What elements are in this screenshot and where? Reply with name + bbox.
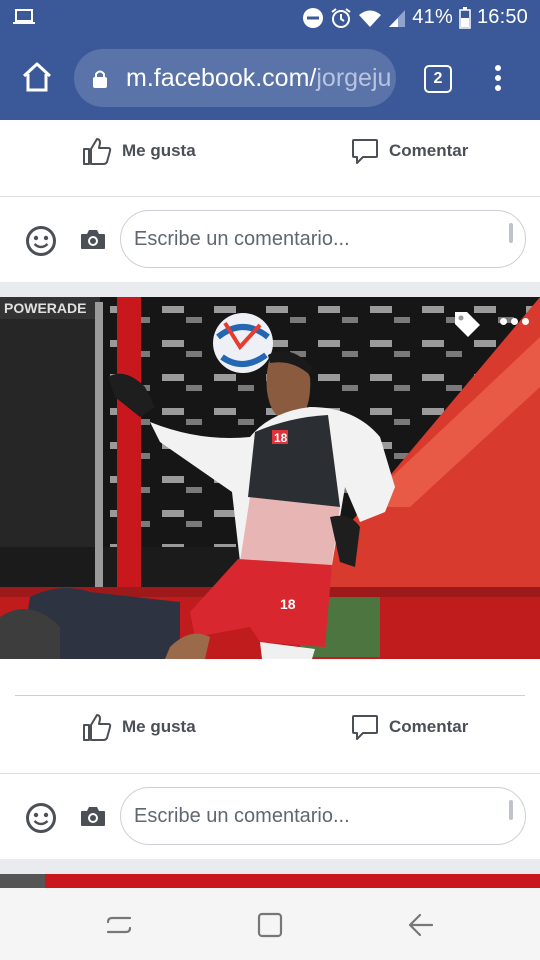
status-indicators: 41% 16:50 — [302, 6, 528, 29]
lock-icon — [93, 70, 107, 88]
browser-toolbar: m.facebook.com/jorgeju 2 — [0, 38, 540, 120]
post-card-previous: Me gusta Comentar Escribe un comentario.… — [0, 120, 540, 282]
post-actions: Me gusta Comentar — [0, 698, 540, 756]
emoji-icon[interactable] — [25, 802, 57, 834]
jersey-number: 18 — [274, 431, 288, 445]
camera-icon[interactable] — [80, 805, 106, 827]
like-button[interactable]: Me gusta — [82, 698, 196, 756]
more-icon[interactable] — [500, 318, 529, 325]
status-bar: 41% 16:50 — [0, 0, 540, 38]
like-icon — [83, 138, 112, 165]
battery-icon — [459, 6, 471, 29]
emoji-icon[interactable] — [25, 225, 57, 257]
like-icon — [83, 714, 112, 741]
next-post-peek — [0, 874, 540, 888]
comment-input[interactable]: Escribe un comentario... — [120, 787, 526, 845]
scroll-indicator — [509, 223, 513, 243]
scroll-indicator — [509, 800, 513, 820]
like-button[interactable]: Me gusta — [82, 122, 196, 180]
do-not-disturb-icon — [303, 7, 324, 28]
comment-input[interactable]: Escribe un comentario... — [120, 210, 526, 268]
like-label: Me gusta — [122, 141, 196, 160]
battery-percentage: 41% — [412, 6, 453, 28]
wifi-icon — [359, 10, 382, 27]
post-actions: Me gusta Comentar — [0, 122, 540, 180]
comment-label: Comentar — [389, 717, 469, 736]
menu-icon[interactable] — [488, 65, 508, 95]
recent-apps-icon[interactable] — [106, 912, 132, 938]
comment-placeholder: Escribe un comentario... — [134, 805, 350, 827]
comment-composer: Escribe un comentario... — [0, 210, 540, 272]
url-path: jorgeju — [316, 64, 392, 92]
like-label: Me gusta — [122, 717, 196, 736]
system-navigation-bar — [0, 888, 540, 960]
post-photo-image: POWERADE 18 18 — [0, 297, 540, 659]
comment-button[interactable]: Comentar — [351, 122, 468, 180]
tag-icon[interactable] — [452, 309, 482, 339]
clock: 16:50 — [476, 6, 528, 28]
comment-button[interactable]: Comentar — [351, 698, 468, 756]
camera-icon[interactable] — [80, 228, 106, 250]
laptop-icon — [13, 9, 35, 24]
post-photo[interactable]: POWERADE 18 18 — [0, 297, 540, 659]
comment-composer: Escribe un comentario... — [0, 787, 540, 849]
alarm-icon — [331, 7, 351, 28]
comment-placeholder: Escribe un comentario... — [134, 228, 350, 250]
address-bar[interactable]: m.facebook.com/jorgeju — [74, 49, 396, 107]
photo-banner-text: POWERADE — [4, 300, 86, 316]
divider — [0, 773, 540, 774]
back-icon[interactable] — [408, 913, 434, 937]
divider — [0, 196, 540, 197]
comment-label: Comentar — [389, 141, 469, 160]
comment-icon — [352, 715, 378, 740]
home-button-icon[interactable] — [257, 912, 283, 938]
tabs-icon[interactable]: 2 — [424, 65, 452, 93]
comment-icon — [352, 139, 378, 164]
shorts-number: 18 — [280, 596, 296, 612]
url-text: m.facebook.com/jorgeju — [126, 64, 391, 93]
url-domain: m.facebook.com/ — [126, 64, 317, 92]
home-icon[interactable] — [20, 60, 54, 94]
divider — [15, 695, 525, 696]
signal-icon — [389, 9, 406, 27]
